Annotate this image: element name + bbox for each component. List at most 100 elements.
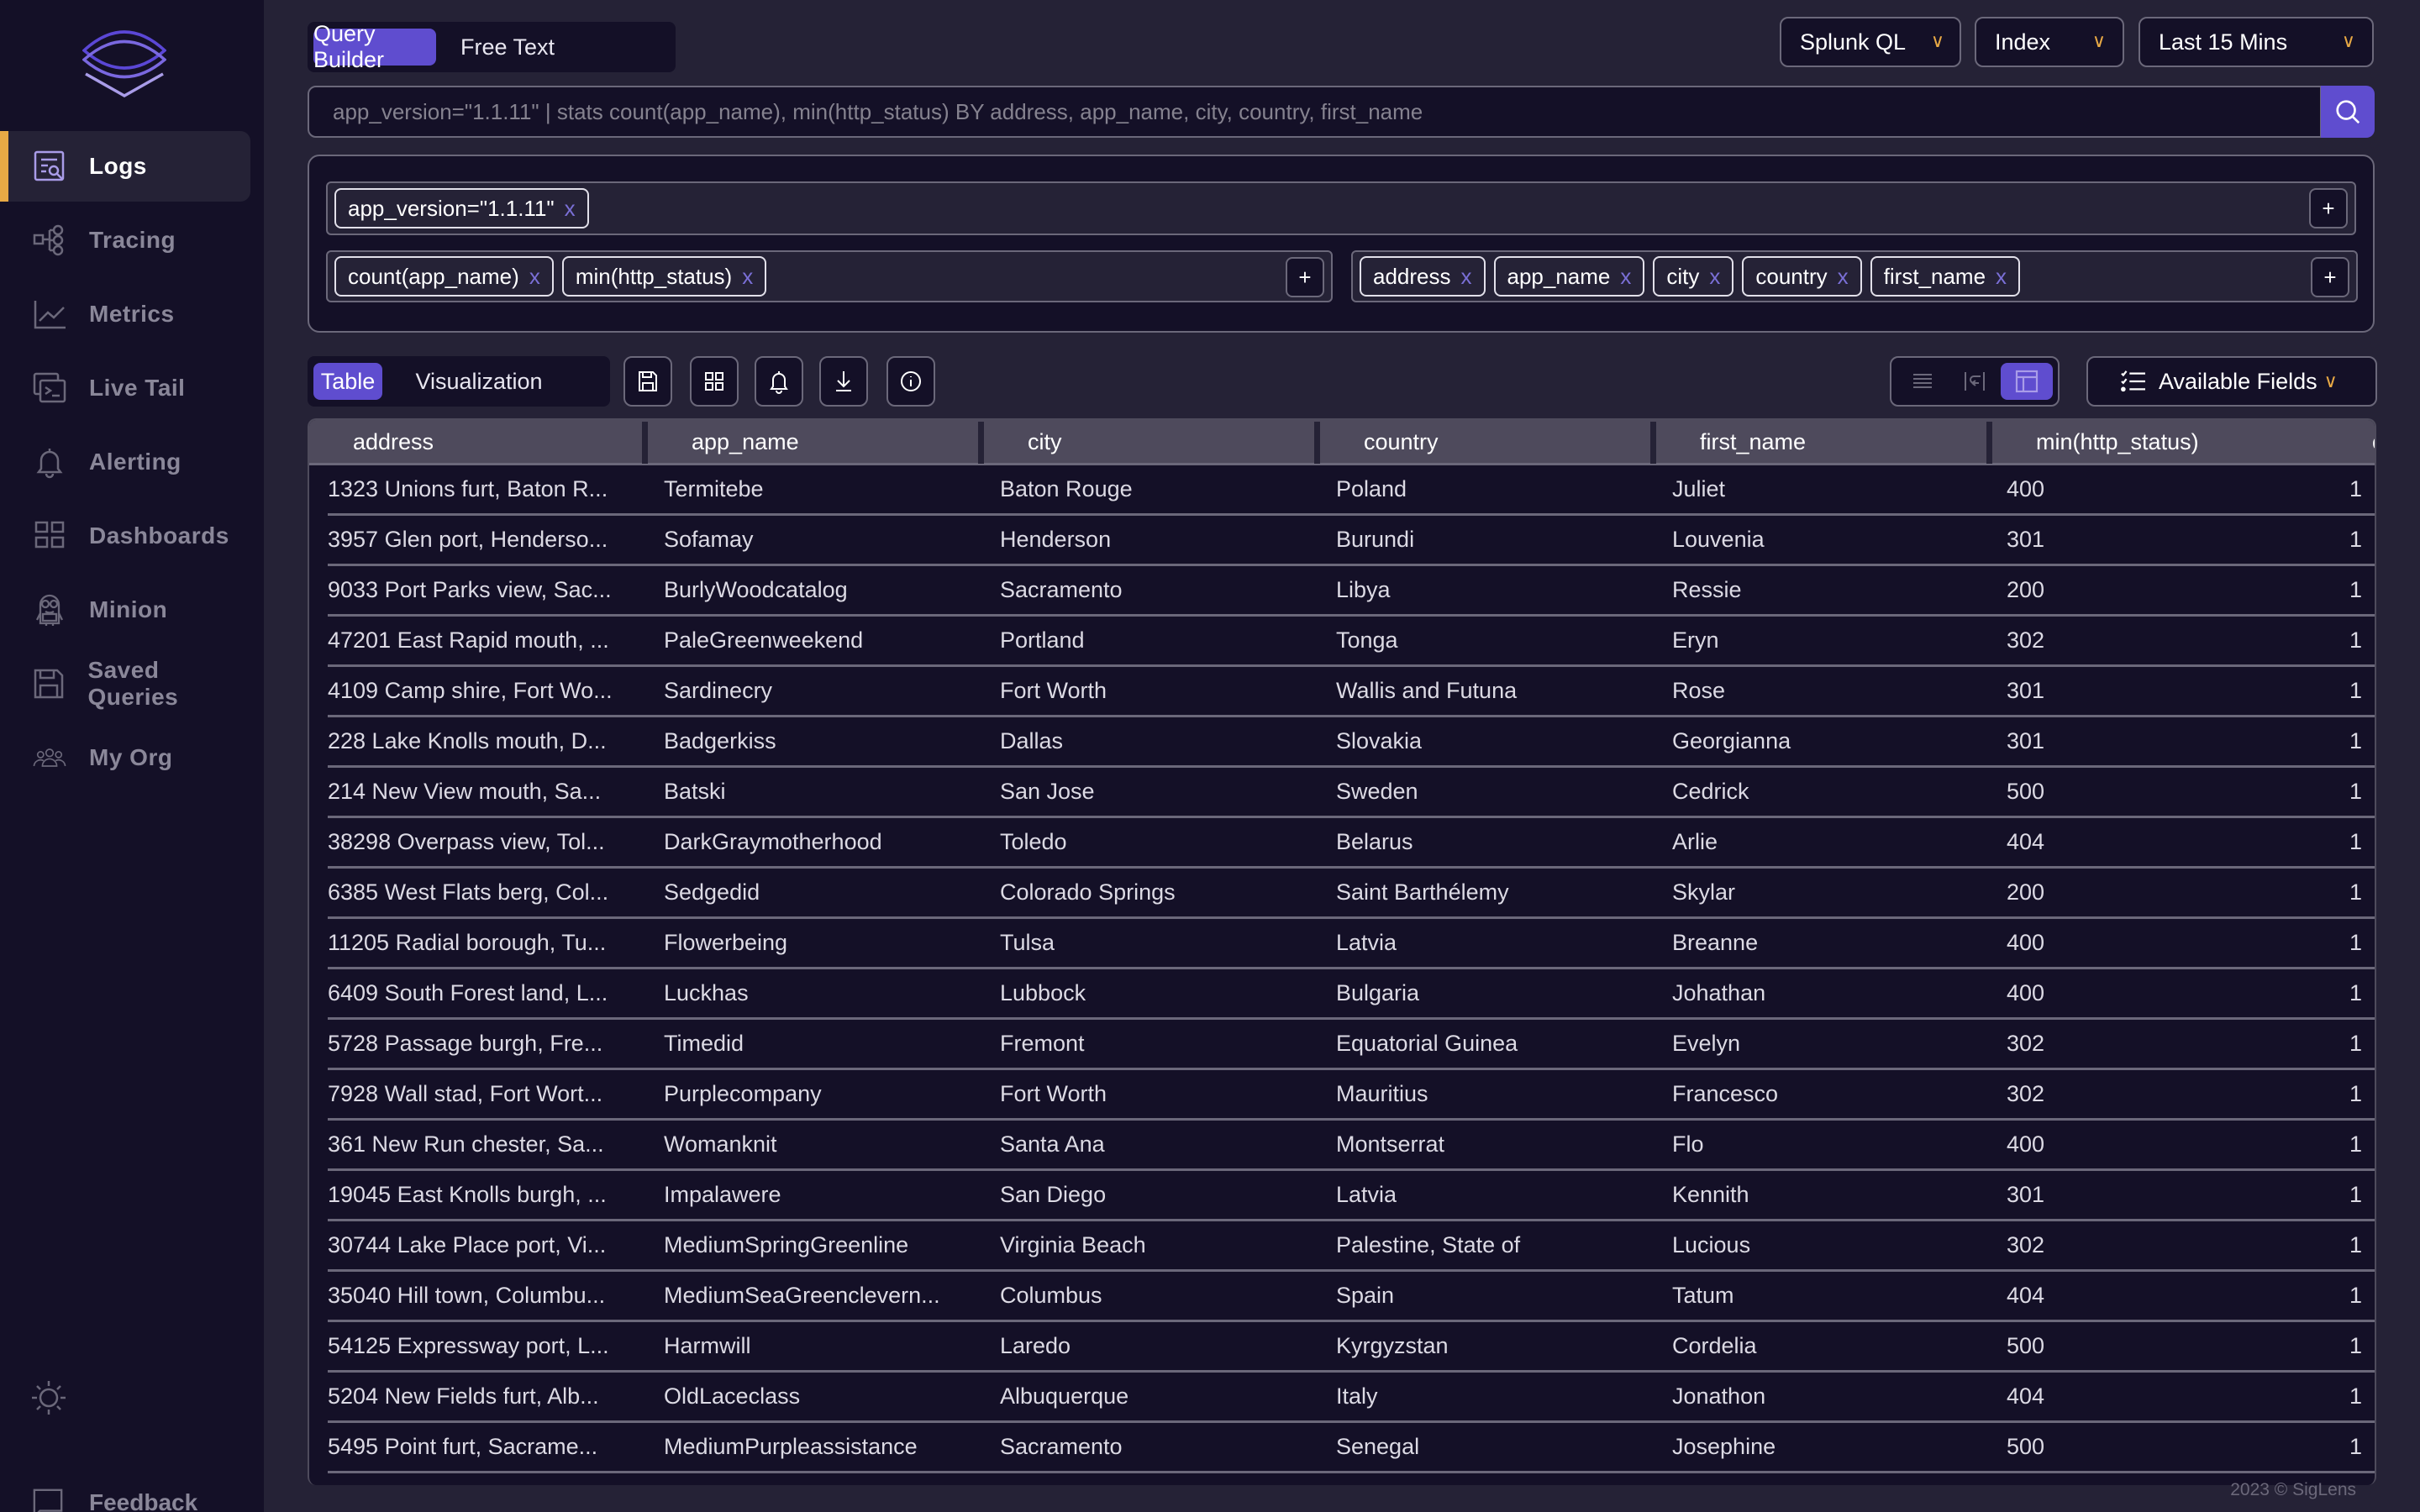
- table-row[interactable]: 47201 East Rapid mouth, ... PaleGreenweek…: [328, 617, 2375, 667]
- table-row[interactable]: 35040 Hill town, Columbu... MediumSeaGree…: [328, 1272, 2375, 1322]
- sidebar-item-saved-queries[interactable]: Saved Queries: [0, 648, 250, 719]
- cell-city: Lubbock: [1000, 980, 1086, 1005]
- cell-first-name: Cedrick: [1672, 779, 1749, 804]
- group-by-chip[interactable]: app_name x: [1493, 256, 1645, 297]
- add-filter-button[interactable]: +: [2309, 188, 2348, 228]
- tab-table[interactable]: Table: [313, 363, 382, 400]
- column-resize-handle[interactable]: [1650, 422, 1656, 464]
- sidebar-item-alerting[interactable]: Alerting: [0, 427, 250, 497]
- table-row[interactable]: 4109 Camp shire, Fort Wo... Sardinecry For…: [328, 667, 2375, 717]
- remove-group-by-button[interactable]: x: [1996, 264, 2007, 290]
- create-alert-button[interactable]: [755, 356, 803, 407]
- cell-address: 19045 East Knolls burgh, ...: [328, 1182, 607, 1207]
- single-line-layout-button[interactable]: [1897, 363, 1949, 400]
- search-button[interactable]: [2321, 86, 2375, 138]
- sidebar-item-logs[interactable]: Logs: [0, 131, 250, 202]
- tab-query-builder[interactable]: Query Builder: [313, 21, 436, 72]
- feedback-link[interactable]: Feedback: [32, 1487, 197, 1512]
- group-by-chip[interactable]: country x: [1742, 256, 1862, 297]
- tab-free-text[interactable]: Free Text: [436, 29, 579, 66]
- feedback-label[interactable]: Feedback: [89, 1489, 197, 1512]
- column-resize-handle[interactable]: [1314, 422, 1320, 464]
- table-row[interactable]: 5728 Passage burgh, Fre... Timedid Fremont…: [328, 1020, 2375, 1070]
- remove-group-by-button[interactable]: x: [1838, 264, 1849, 290]
- sidebar-item-dashboards[interactable]: Dashboards: [0, 501, 250, 571]
- time-range-dropdown[interactable]: Last 15 Mins ∨: [2139, 17, 2374, 67]
- cell-app-name: MediumSpringGreenline: [664, 1232, 909, 1257]
- group-by-chip[interactable]: first_name x: [1870, 256, 2021, 297]
- table-row[interactable]: 228 Lake Knolls mouth, D... Badgerkiss Dal…: [328, 717, 2375, 768]
- add-to-dashboard-button[interactable]: [690, 356, 739, 407]
- sidebar-item-tracing[interactable]: Tracing: [0, 205, 250, 276]
- column-header-country[interactable]: country: [1320, 420, 1650, 464]
- table-row[interactable]: 3957 Glen port, Henderso... Sofamay Hender…: [328, 516, 2375, 566]
- table-layout-button[interactable]: [2001, 363, 2053, 400]
- table-row[interactable]: 1323 Unions furt, Baton R... Termitebe Bat…: [328, 465, 2375, 516]
- remove-group-by-button[interactable]: x: [1620, 264, 1631, 290]
- sidebar-item-my-org[interactable]: My Org: [0, 722, 250, 793]
- cell-first-name: Jonathon: [1672, 1383, 1766, 1409]
- cell-min-http-status: 500: [2007, 1434, 2045, 1459]
- table-row[interactable]: 38298 Overpass view, Tol... DarkGraymothe…: [328, 818, 2375, 869]
- column-header-first-name[interactable]: first_name: [1656, 420, 1986, 464]
- sidebar-item-live-tail[interactable]: Live Tail: [0, 353, 250, 423]
- theme-toggle[interactable]: [29, 1378, 69, 1418]
- column-resize-handle[interactable]: [978, 422, 984, 464]
- group-by-chip[interactable]: address x: [1360, 256, 1486, 297]
- column-header-min-http-status[interactable]: min(http_status): [1992, 420, 2328, 464]
- table-row[interactable]: 9033 Port Parks view, Sac... BurlyWoodcat…: [328, 566, 2375, 617]
- remove-aggregation-button[interactable]: x: [529, 264, 540, 290]
- query-language-dropdown[interactable]: Splunk QL ∨: [1780, 17, 1961, 67]
- sidebar-item-minion[interactable]: Minion: [0, 575, 250, 645]
- wrap-lines-layout-button[interactable]: [1949, 363, 2001, 400]
- table-row[interactable]: 19045 East Knolls burgh, ... Impalawere Sa…: [328, 1171, 2375, 1221]
- filter-chip[interactable]: app_version="1.1.11" x: [334, 188, 589, 228]
- table-header: address app_name city country first_name…: [309, 420, 2375, 465]
- add-aggregation-button[interactable]: +: [1286, 257, 1324, 297]
- table-row[interactable]: 11205 Radial borough, Tu... Flowerbeing Tu…: [328, 919, 2375, 969]
- column-resize-handle[interactable]: [642, 422, 648, 464]
- tab-visualization[interactable]: Visualization: [382, 363, 576, 400]
- cell-first-name: Skylar: [1672, 879, 1736, 905]
- sidebar-item-metrics[interactable]: Metrics: [0, 279, 250, 349]
- cell-address: 228 Lake Knolls mouth, D...: [328, 728, 607, 753]
- cell-country: Senegal: [1336, 1434, 1420, 1459]
- remove-group-by-button[interactable]: x: [1709, 264, 1720, 290]
- cell-app-name: Sofamay: [664, 527, 754, 552]
- remove-group-by-button[interactable]: x: [1461, 264, 1472, 290]
- siglens-logo[interactable]: [82, 29, 167, 99]
- column-header-count-app-name[interactable]: count(app_name): [2328, 420, 2375, 464]
- table-row[interactable]: 6409 South Forest land, L... Luckhas Lubbo…: [328, 969, 2375, 1020]
- table-row[interactable]: 7928 Wall stad, Fort Wort... Purplecompan…: [328, 1070, 2375, 1121]
- table-row[interactable]: 5495 Point furt, Sacrame... MediumPurplea…: [328, 1423, 2375, 1473]
- info-button[interactable]: [886, 356, 935, 407]
- group-by-chip-label: country: [1755, 263, 1828, 289]
- aggregation-chip[interactable]: count(app_name) x: [334, 256, 554, 297]
- table-row[interactable]: 30744 Lake Place port, Vi... MediumSpring…: [328, 1221, 2375, 1272]
- column-resize-handle[interactable]: [1986, 422, 1992, 464]
- table-row[interactable]: 6385 West Flats berg, Col... Sedgedid Colo…: [328, 869, 2375, 919]
- remove-aggregation-button[interactable]: x: [742, 264, 753, 290]
- column-header-address[interactable]: address: [309, 420, 642, 464]
- search-input[interactable]: app_version="1.1.11" | stats count(app_n…: [308, 86, 2322, 138]
- available-fields-dropdown[interactable]: Available Fields ∨: [2086, 356, 2377, 407]
- column-header-app-name[interactable]: app_name: [648, 420, 978, 464]
- save-query-button[interactable]: [623, 356, 672, 407]
- chevron-down-icon: ∨: [2341, 30, 2355, 51]
- table-row[interactable]: 54125 Expressway port, L... Harmwill Lared…: [328, 1322, 2375, 1373]
- cell-address: 6409 South Forest land, L...: [328, 980, 608, 1005]
- cell-app-name: Termitebe: [664, 476, 764, 501]
- download-button[interactable]: [819, 356, 868, 407]
- table-row[interactable]: 361 New Run chester, Sa... Womanknit Santa…: [328, 1121, 2375, 1171]
- cell-city: Columbus: [1000, 1283, 1102, 1308]
- remove-filter-button[interactable]: x: [565, 196, 576, 222]
- cell-city: Fort Worth: [1000, 1081, 1107, 1106]
- aggregation-chip[interactable]: min(http_status) x: [561, 256, 767, 297]
- index-dropdown[interactable]: Index ∨: [1975, 17, 2124, 67]
- sidebar-item-label: Tracing: [89, 227, 176, 253]
- add-group-by-button[interactable]: +: [2311, 257, 2349, 297]
- column-header-city[interactable]: city: [984, 420, 1314, 464]
- table-row[interactable]: 214 New View mouth, Sa... Batski San Jose S…: [328, 768, 2375, 818]
- group-by-chip[interactable]: city x: [1653, 256, 1734, 297]
- table-row[interactable]: 5204 New Fields furt, Alb... OldLaceclass…: [328, 1373, 2375, 1423]
